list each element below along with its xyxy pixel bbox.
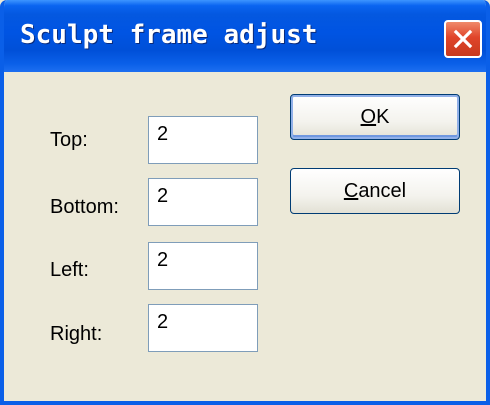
dialog-body: Top: 2 Bottom: 2 Left: 2 Right: 2 OK Can… — [4, 72, 486, 401]
right-field[interactable]: 2 — [148, 304, 258, 352]
right-label: Right: — [50, 323, 103, 345]
title-bar[interactable]: Sculpt frame adjust — [4, 0, 486, 72]
top-field[interactable]: 2 — [148, 116, 258, 164]
ok-button[interactable]: OK — [290, 94, 460, 140]
window-title: Sculpt frame adjust — [20, 20, 318, 50]
bottom-field[interactable]: 2 — [148, 178, 258, 226]
left-field[interactable]: 2 — [148, 242, 258, 290]
close-button[interactable] — [444, 20, 482, 58]
ok-label-rest: K — [376, 106, 390, 128]
cancel-mnemonic: C — [343, 180, 359, 202]
bottom-label: Bottom: — [50, 196, 119, 218]
dialog-window: Sculpt frame adjust Top: 2 Bottom: 2 Lef… — [0, 0, 490, 405]
cancel-button[interactable]: Cancel — [290, 168, 460, 214]
close-icon — [453, 29, 473, 49]
cancel-label-rest: ancel — [358, 180, 407, 202]
top-label: Top: — [50, 129, 88, 151]
left-label: Left: — [50, 259, 89, 281]
ok-mnemonic: O — [360, 106, 377, 128]
